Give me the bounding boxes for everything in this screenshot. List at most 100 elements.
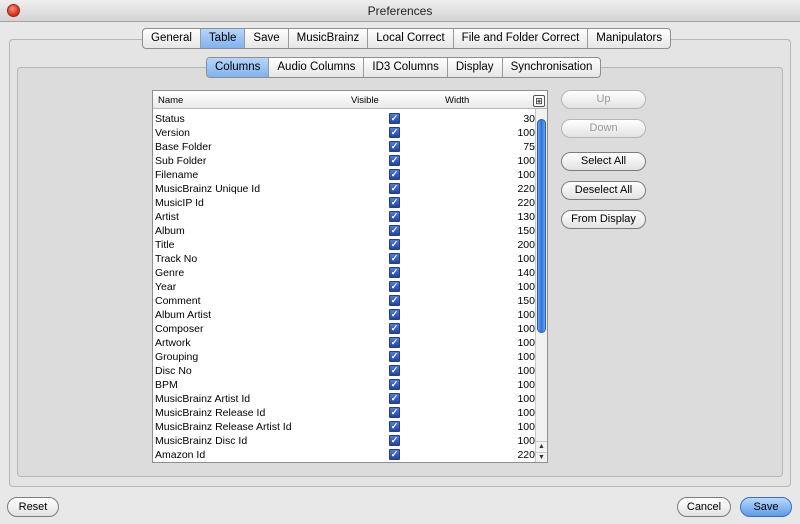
visible-checkbox[interactable]: ✓ bbox=[389, 323, 400, 334]
visible-checkbox[interactable]: ✓ bbox=[389, 113, 400, 124]
tab-table[interactable]: Table bbox=[200, 29, 246, 48]
row-width[interactable]: 100 bbox=[517, 126, 535, 140]
visible-checkbox[interactable]: ✓ bbox=[389, 267, 400, 278]
tab-general[interactable]: General bbox=[143, 29, 201, 48]
tab-save[interactable]: Save bbox=[245, 29, 289, 48]
row-width[interactable]: 130 bbox=[517, 210, 535, 224]
table-row[interactable]: MusicBrainz Artist Id ✓ 100 bbox=[153, 392, 535, 406]
row-width[interactable]: 100 bbox=[517, 308, 535, 322]
visible-checkbox[interactable]: ✓ bbox=[389, 197, 400, 208]
visible-checkbox[interactable]: ✓ bbox=[389, 281, 400, 292]
row-width[interactable]: 150 bbox=[517, 224, 535, 238]
row-width[interactable]: 100 bbox=[517, 252, 535, 266]
row-width[interactable]: 220 bbox=[517, 196, 535, 210]
table-row[interactable]: Comment ✓ 150 bbox=[153, 294, 535, 308]
from-display-button[interactable]: From Display bbox=[561, 210, 646, 229]
visible-checkbox[interactable]: ✓ bbox=[389, 379, 400, 390]
table-row[interactable]: Track No ✓ 100 bbox=[153, 252, 535, 266]
table-row[interactable]: Filename ✓ 100 bbox=[153, 168, 535, 182]
table-row[interactable]: Album ✓ 150 bbox=[153, 224, 535, 238]
tab-manipulators[interactable]: Manipulators bbox=[588, 29, 670, 48]
row-width[interactable]: 100 bbox=[517, 336, 535, 350]
row-width[interactable]: 30 bbox=[523, 112, 535, 126]
visible-checkbox[interactable]: ✓ bbox=[389, 225, 400, 236]
visible-checkbox[interactable]: ✓ bbox=[389, 435, 400, 446]
header-visible[interactable]: Visible bbox=[351, 95, 379, 106]
visible-checkbox[interactable]: ✓ bbox=[389, 421, 400, 432]
table-row[interactable]: Album Artist ✓ 100 bbox=[153, 308, 535, 322]
visible-checkbox[interactable]: ✓ bbox=[389, 239, 400, 250]
select-all-button[interactable]: Select All bbox=[561, 152, 646, 171]
table-row[interactable]: Status ✓ 30 bbox=[153, 112, 535, 126]
tab-local-correct[interactable]: Local Correct bbox=[368, 29, 454, 48]
save-button[interactable]: Save bbox=[740, 497, 792, 517]
row-width[interactable]: 100 bbox=[517, 322, 535, 336]
table-row[interactable]: MusicIP Id ✓ 220 bbox=[153, 196, 535, 210]
visible-checkbox[interactable]: ✓ bbox=[389, 407, 400, 418]
visible-checkbox[interactable]: ✓ bbox=[389, 155, 400, 166]
visible-checkbox[interactable]: ✓ bbox=[389, 169, 400, 180]
table-row[interactable]: MusicBrainz Unique Id ✓ 220 bbox=[153, 182, 535, 196]
tab-musicbrainz[interactable]: MusicBrainz bbox=[289, 29, 369, 48]
row-width[interactable]: 100 bbox=[517, 434, 535, 448]
row-width[interactable]: 220 bbox=[517, 182, 535, 196]
table-row[interactable]: MusicBrainz Release Id ✓ 100 bbox=[153, 406, 535, 420]
table-row[interactable]: MusicBrainz Release Artist Id ✓ 100 bbox=[153, 420, 535, 434]
table-row[interactable]: Year ✓ 100 bbox=[153, 280, 535, 294]
cancel-button[interactable]: Cancel bbox=[677, 497, 731, 517]
reset-button[interactable]: Reset bbox=[7, 497, 59, 517]
subtab-id3-columns[interactable]: ID3 Columns bbox=[364, 58, 448, 77]
table-row[interactable]: Artwork ✓ 100 bbox=[153, 336, 535, 350]
subtab-audio-columns[interactable]: Audio Columns bbox=[269, 58, 365, 77]
row-width[interactable]: 100 bbox=[517, 420, 535, 434]
visible-checkbox[interactable]: ✓ bbox=[389, 351, 400, 362]
visible-checkbox[interactable]: ✓ bbox=[389, 365, 400, 376]
visible-checkbox[interactable]: ✓ bbox=[389, 295, 400, 306]
visible-checkbox[interactable]: ✓ bbox=[389, 127, 400, 138]
row-width[interactable]: 100 bbox=[517, 154, 535, 168]
row-width[interactable]: 100 bbox=[517, 406, 535, 420]
table-row[interactable]: Base Folder ✓ 75 bbox=[153, 140, 535, 154]
table-row[interactable]: Artist ✓ 130 bbox=[153, 210, 535, 224]
up-button[interactable]: Up bbox=[561, 90, 646, 109]
table-row[interactable]: Amazon Id ✓ 220 bbox=[153, 448, 535, 462]
table-row[interactable]: Title ✓ 200 bbox=[153, 238, 535, 252]
table-row[interactable]: Genre ✓ 140 bbox=[153, 266, 535, 280]
subtab-columns[interactable]: Columns bbox=[207, 58, 270, 77]
table-row[interactable]: Sub Folder ✓ 100 bbox=[153, 154, 535, 168]
row-width[interactable]: 150 bbox=[517, 294, 535, 308]
vertical-scrollbar[interactable]: ▲ ▼ bbox=[535, 109, 547, 462]
visible-checkbox[interactable]: ✓ bbox=[389, 393, 400, 404]
row-width[interactable]: 140 bbox=[517, 266, 535, 280]
visible-checkbox[interactable]: ✓ bbox=[389, 309, 400, 320]
row-width[interactable]: 100 bbox=[517, 378, 535, 392]
visible-checkbox[interactable]: ✓ bbox=[389, 141, 400, 152]
close-icon[interactable] bbox=[7, 4, 20, 17]
tab-file-and-folder-correct[interactable]: File and Folder Correct bbox=[454, 29, 589, 48]
subtab-display[interactable]: Display bbox=[448, 58, 503, 77]
column-picker-icon[interactable]: ⊞ bbox=[533, 95, 545, 107]
table-row[interactable]: BPM ✓ 100 bbox=[153, 378, 535, 392]
row-width[interactable]: 100 bbox=[517, 350, 535, 364]
table-row[interactable]: Version ✓ 100 bbox=[153, 126, 535, 140]
table-row[interactable]: Grouping ✓ 100 bbox=[153, 350, 535, 364]
visible-checkbox[interactable]: ✓ bbox=[389, 337, 400, 348]
table-row[interactable]: Composer ✓ 100 bbox=[153, 322, 535, 336]
row-width[interactable]: 75 bbox=[523, 140, 535, 154]
subtab-synchronisation[interactable]: Synchronisation bbox=[503, 58, 601, 77]
row-width[interactable]: 100 bbox=[517, 392, 535, 406]
row-width[interactable]: 220 bbox=[517, 448, 535, 462]
visible-checkbox[interactable]: ✓ bbox=[389, 211, 400, 222]
row-width[interactable]: 200 bbox=[517, 238, 535, 252]
deselect-all-button[interactable]: Deselect All bbox=[561, 181, 646, 200]
visible-checkbox[interactable]: ✓ bbox=[389, 449, 400, 460]
header-width[interactable]: Width bbox=[445, 95, 469, 106]
row-width[interactable]: 100 bbox=[517, 280, 535, 294]
down-button[interactable]: Down bbox=[561, 119, 646, 138]
header-name[interactable]: Name bbox=[158, 95, 183, 106]
scroll-thumb[interactable] bbox=[537, 119, 546, 333]
visible-checkbox[interactable]: ✓ bbox=[389, 183, 400, 194]
row-width[interactable]: 100 bbox=[517, 168, 535, 182]
visible-checkbox[interactable]: ✓ bbox=[389, 253, 400, 264]
arrow-up-icon[interactable]: ▲ bbox=[536, 441, 547, 451]
